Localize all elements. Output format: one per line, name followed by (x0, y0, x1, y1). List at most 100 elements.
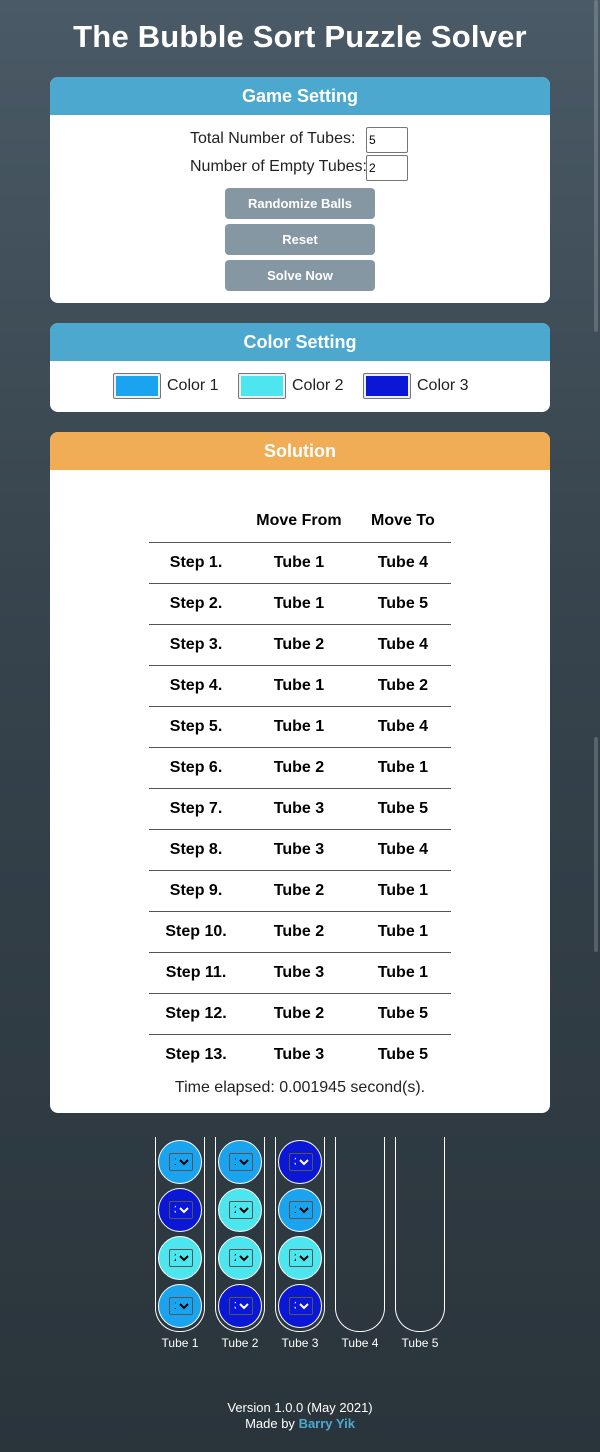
tube-label: Tube 3 (281, 1336, 319, 1350)
solution-row: Step 6. Tube 2 Tube 1 (149, 747, 451, 789)
move-to-cell: Tube 1 (354, 870, 451, 912)
move-from-cell: Tube 2 (243, 870, 355, 912)
ball-color-select[interactable]: 123 (289, 1153, 313, 1171)
move-from-cell: Tube 1 (243, 583, 355, 625)
move-from-header: Move From (256, 512, 342, 529)
step-cell: Step 9. (149, 870, 244, 912)
solution-row: Step 8. Tube 3 Tube 4 (149, 829, 451, 871)
scrollbar-thumb-mid[interactable] (594, 737, 598, 952)
move-to-cell: Tube 4 (354, 829, 451, 871)
solution-table: Move From Move To Step 1. Tube 1 Tube 4 Ste… (149, 500, 451, 1075)
total-tubes-input[interactable] (366, 127, 408, 153)
ball-color-select[interactable]: 123 (289, 1201, 313, 1219)
ball-color-select[interactable]: 123 (229, 1153, 253, 1171)
ball: 123 (218, 1284, 262, 1328)
color-2-label: Color 2 (292, 377, 344, 394)
empty-tubes-input[interactable] (366, 155, 408, 181)
solution-table-header: Move From Move To (149, 500, 451, 543)
ball-color-select[interactable]: 123 (229, 1297, 253, 1315)
tube-3: 123 123 123 123 (275, 1137, 325, 1332)
step-cell: Step 6. (149, 747, 244, 789)
ball: 123 (158, 1140, 202, 1184)
color-1-label: Color 1 (167, 377, 219, 394)
color-2-item: Color 2 (238, 373, 344, 399)
solution-row: Step 1. Tube 1 Tube 4 (149, 542, 451, 584)
move-to-cell: Tube 5 (354, 788, 451, 830)
color-2-fill (241, 376, 283, 396)
tube-label: Tube 1 (161, 1336, 199, 1350)
ball-color-select[interactable]: 123 (169, 1201, 193, 1219)
tube-2: 123 123 123 123 (215, 1137, 265, 1332)
color-3-picker[interactable] (363, 373, 411, 399)
step-cell: Step 5. (149, 706, 244, 748)
move-from-cell: Tube 2 (243, 747, 355, 789)
solution-row: Step 2. Tube 1 Tube 5 (149, 583, 451, 625)
move-from-cell: Tube 3 (243, 1034, 355, 1075)
tube-label: Tube 4 (341, 1336, 379, 1350)
game-setting-header: Game Setting (50, 77, 550, 115)
move-from-cell: Tube 2 (243, 911, 355, 953)
ball: 123 (278, 1236, 322, 1280)
solution-header: Solution (50, 432, 550, 470)
color-3-fill (366, 376, 408, 396)
game-setting-card: Game Setting Total Number of Tubes: Numb… (50, 77, 550, 303)
empty-tubes-label: Number of Empty Tubes: (190, 158, 367, 175)
ball: 123 (158, 1236, 202, 1280)
tube-label: Tube 2 (221, 1336, 259, 1350)
ball-color-select[interactable]: 123 (289, 1297, 313, 1315)
ball: 123 (278, 1140, 322, 1184)
ball: 123 (158, 1188, 202, 1232)
move-to-cell: Tube 2 (354, 665, 451, 707)
time-elapsed: Time elapsed: 0.001945 second(s). (174, 1079, 426, 1096)
step-cell: Step 1. (149, 542, 244, 584)
ball: 123 (158, 1284, 202, 1328)
step-cell: Step 8. (149, 829, 244, 871)
ball-color-select[interactable]: 123 (169, 1153, 193, 1171)
step-cell: Step 11. (149, 952, 244, 994)
ball: 123 (278, 1188, 322, 1232)
color-3-item: Color 3 (363, 373, 469, 399)
author-link[interactable]: Barry Yik (299, 1416, 355, 1431)
solution-row: Step 10. Tube 2 Tube 1 (149, 911, 451, 953)
move-from-cell: Tube 3 (243, 952, 355, 994)
solution-row: Step 13. Tube 3 Tube 5 (149, 1034, 451, 1075)
move-from-cell: Tube 1 (243, 665, 355, 707)
step-cell: Step 2. (149, 583, 244, 625)
move-from-cell: Tube 1 (243, 706, 355, 748)
tube-label: Tube 5 (401, 1336, 439, 1350)
step-column-header (149, 500, 243, 543)
solution-row: Step 9. Tube 2 Tube 1 (149, 870, 451, 912)
move-to-cell: Tube 5 (354, 583, 451, 625)
ball-color-select[interactable]: 123 (289, 1249, 313, 1267)
color-2-picker[interactable] (238, 373, 286, 399)
page-title: The Bubble Sort Puzzle Solver (73, 19, 527, 54)
color-1-picker[interactable] (113, 373, 161, 399)
step-cell: Step 12. (149, 993, 244, 1035)
reset-button[interactable]: Reset (225, 224, 375, 255)
made-by-text: Made by (245, 1416, 295, 1431)
move-to-cell: Tube 4 (354, 624, 451, 666)
move-from-cell: Tube 3 (243, 788, 355, 830)
solve-now-button[interactable]: Solve Now (225, 260, 375, 291)
ball: 123 (218, 1140, 262, 1184)
ball-color-select[interactable]: 123 (169, 1297, 193, 1315)
ball: 123 (278, 1284, 322, 1328)
ball-color-select[interactable]: 123 (169, 1249, 193, 1267)
footer: Version 1.0.0 (May 2021) Made by Barry Y… (0, 1400, 600, 1432)
move-to-cell: Tube 5 (354, 993, 451, 1035)
ball: 123 (218, 1188, 262, 1232)
solution-row: Step 7. Tube 3 Tube 5 (149, 788, 451, 830)
move-from-cell: Tube 1 (243, 542, 355, 584)
ball-color-select[interactable]: 123 (229, 1201, 253, 1219)
color-1-fill (116, 376, 158, 396)
step-cell: Step 10. (149, 911, 244, 953)
ball-color-select[interactable]: 123 (229, 1249, 253, 1267)
randomize-balls-button[interactable]: Randomize Balls (225, 188, 375, 219)
solution-row: Step 3. Tube 2 Tube 4 (149, 624, 451, 666)
tube-5 (395, 1137, 445, 1332)
move-from-cell: Tube 3 (243, 829, 355, 871)
color-3-label: Color 3 (417, 377, 469, 394)
color-setting-header: Color Setting (50, 323, 550, 361)
step-cell: Step 13. (149, 1034, 244, 1075)
move-to-cell: Tube 1 (354, 747, 451, 789)
